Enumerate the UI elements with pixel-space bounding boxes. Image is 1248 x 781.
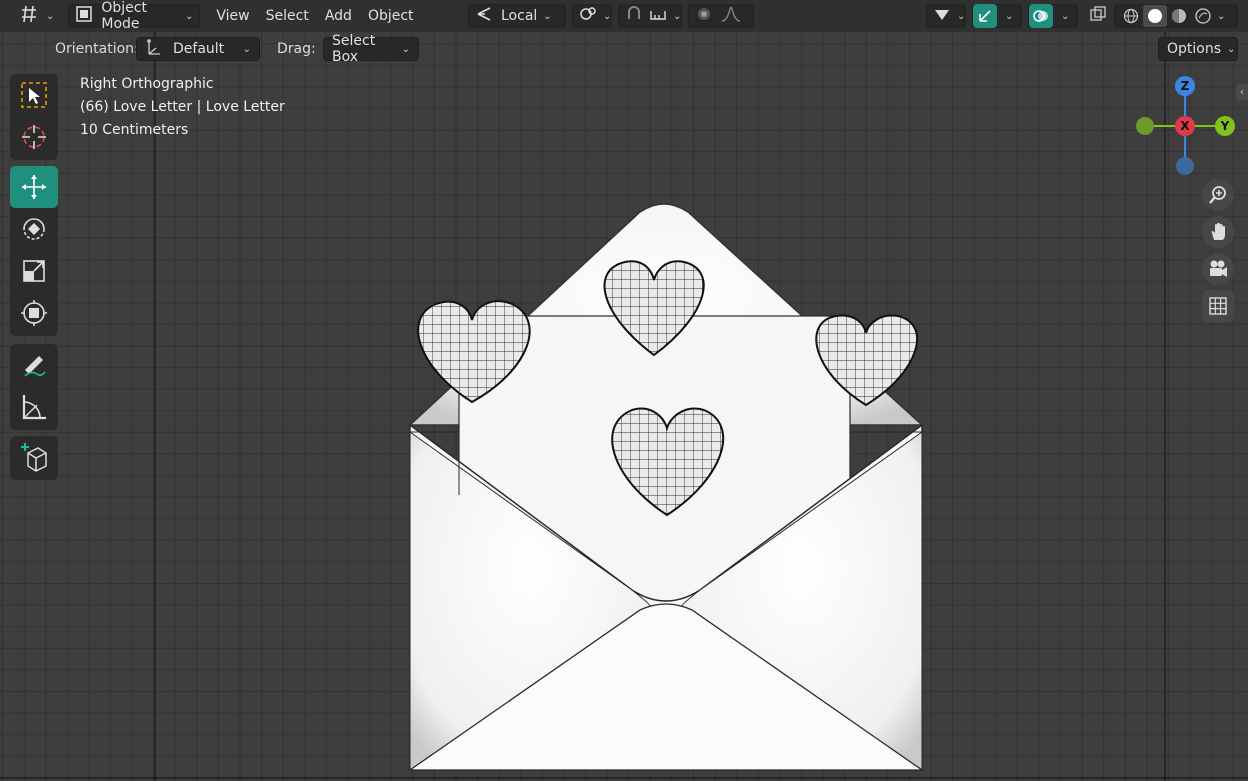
menu-add[interactable]: Add [317, 4, 360, 28]
cursor-tool[interactable] [10, 116, 58, 158]
options-label: Options [1167, 41, 1222, 57]
mode-dropdown[interactable]: Object Mode ⌄ [68, 0, 201, 32]
rotate-tool[interactable] [10, 208, 58, 250]
transform-icon [21, 300, 47, 326]
wireframe-shading-icon[interactable] [1119, 8, 1143, 24]
orientation-value: Default [173, 41, 225, 57]
chevron-down-icon: ⌄ [1227, 43, 1236, 55]
chevron-down-icon: ⌄ [1061, 10, 1070, 22]
proportional-icon [695, 5, 713, 27]
blender-window: ⌄ Object Mode ⌄ View Select Add Object L… [0, 0, 1248, 781]
chevron-down-icon: ⌄ [673, 10, 682, 22]
scale-tool[interactable] [10, 250, 58, 292]
zoom-icon [1209, 186, 1226, 204]
chevron-down-icon: ⌄ [185, 10, 194, 22]
falloff-icon [721, 6, 741, 26]
transform-orientation-dropdown[interactable]: Local ⌄ [468, 4, 566, 28]
snap-icon [625, 5, 643, 27]
move-tool[interactable] [10, 166, 58, 208]
orientation-label: Local [501, 8, 538, 24]
editor-type-icon [20, 5, 40, 27]
scale-icon [23, 260, 45, 282]
move-icon [22, 175, 46, 199]
camera-view-button[interactable] [1202, 253, 1234, 285]
visibility-dropdown[interactable]: ⌄ [926, 4, 966, 28]
chevron-down-icon[interactable]: ⌄ [1217, 11, 1225, 22]
proportional-edit-group[interactable] [688, 4, 754, 28]
chevron-down-icon: ⌄ [401, 43, 410, 55]
mode-label: Object Mode [101, 0, 147, 32]
zoom-button[interactable] [1202, 179, 1234, 211]
viewport-header: ⌄ Object Mode ⌄ View Select Add Object L… [0, 0, 1248, 32]
gizmo-icon[interactable] [973, 4, 997, 28]
pivot-dropdown[interactable]: ⌄ [572, 4, 612, 28]
annotate-tool[interactable] [10, 344, 58, 386]
chevron-down-icon: ⌄ [957, 10, 966, 22]
drag-value: Select Box [332, 33, 376, 65]
chevron-down-icon: ⌄ [603, 10, 612, 22]
gizmo-toggle-group[interactable]: ⌄ [972, 4, 1022, 28]
add-cube-icon [21, 443, 47, 472]
toggle-perspective-button[interactable] [1202, 290, 1234, 322]
love-letter-model[interactable] [0, 0, 1248, 781]
orientation-label: Orientation: [55, 41, 139, 57]
navigation-gizmo[interactable]: Z Y X [1132, 74, 1238, 180]
select-box-tool[interactable] [10, 74, 58, 116]
menu-select[interactable]: Select [258, 4, 317, 28]
view-name: Right Orthographic [80, 76, 214, 92]
object-mode-icon [75, 5, 93, 27]
add-cube-tool[interactable] [10, 436, 58, 478]
chevron-down-icon: ⌄ [242, 43, 251, 55]
camera-icon [1210, 260, 1227, 277]
shading-mode-group: ⌄ [1114, 4, 1238, 28]
axis-z-button[interactable]: Z [1175, 76, 1195, 96]
select-tool-group [10, 74, 58, 160]
menu-object[interactable]: Object [360, 4, 422, 28]
overlay-icon[interactable] [1029, 4, 1053, 28]
grid-scale: 10 Centimeters [80, 122, 189, 138]
hand-pan-icon [1211, 223, 1225, 240]
menu-view[interactable]: View [208, 4, 257, 28]
options-dropdown[interactable]: Options ⌄ [1158, 37, 1238, 61]
transform-tool[interactable] [10, 292, 58, 334]
chevron-down-icon: ⌄ [543, 10, 552, 22]
object-info: (66) Love Letter | Love Letter [80, 99, 285, 115]
axis-y-button[interactable]: Y [1215, 116, 1235, 136]
transform-tool-group [10, 166, 58, 336]
snap-increment-icon [649, 7, 667, 25]
grid-icon [1209, 297, 1227, 315]
overlay-toggle-group[interactable]: ⌄ [1028, 4, 1078, 28]
xray-button[interactable] [1084, 4, 1110, 28]
pivot-icon [579, 5, 597, 27]
3d-viewport[interactable] [0, 0, 1248, 781]
annotate-tool-group [10, 344, 58, 430]
material-shading-icon[interactable] [1167, 8, 1191, 24]
axis-x-button[interactable]: X [1175, 116, 1195, 136]
header-menu: View Select Add Object [208, 4, 421, 28]
annotate-pencil-icon [24, 356, 46, 377]
chevron-down-icon: ⌄ [1005, 10, 1014, 22]
tool-settings-bar: Orientation: Default ⌄ Drag: Select Box … [0, 32, 1248, 66]
sidebar-toggle-icon[interactable]: ‹ [1236, 84, 1248, 100]
snap-group[interactable]: ⌄ [618, 4, 682, 28]
orientation-dropdown[interactable]: Default ⌄ [136, 37, 260, 61]
pan-button[interactable] [1202, 216, 1234, 248]
orientation-axes-icon [145, 38, 163, 60]
cursor-icon [22, 125, 46, 149]
editor-type-button[interactable]: ⌄ [14, 4, 60, 28]
measure-ruler-icon [22, 395, 46, 420]
selectability-icon [933, 6, 951, 26]
orientation-icon [475, 6, 493, 26]
chevron-down-icon: ⌄ [46, 10, 55, 22]
xray-icon [1090, 6, 1106, 26]
measure-tool[interactable] [10, 386, 58, 428]
drag-label: Drag: [277, 41, 316, 57]
rotate-icon [23, 218, 45, 240]
add-tool-group [10, 436, 58, 480]
solid-shading-icon[interactable] [1143, 5, 1167, 27]
select-box-icon [21, 82, 47, 108]
rendered-shading-icon[interactable] [1191, 8, 1215, 24]
drag-dropdown[interactable]: Select Box ⌄ [323, 33, 419, 65]
